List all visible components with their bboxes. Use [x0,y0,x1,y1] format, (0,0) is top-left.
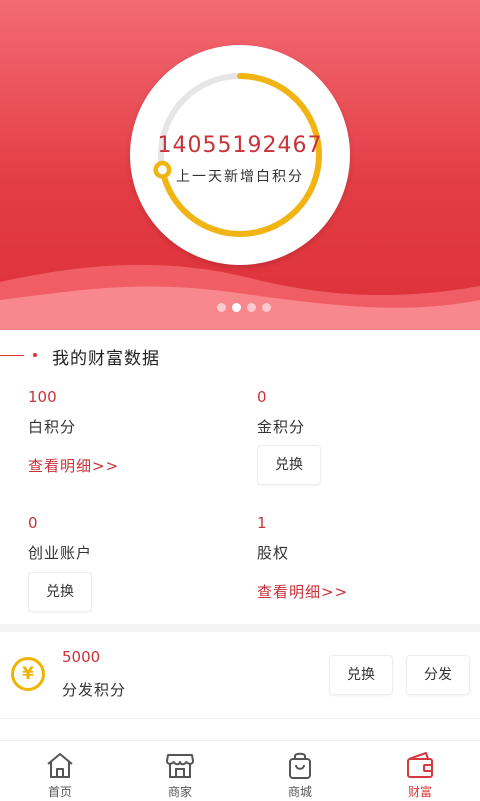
tab-label: 商家 [167,785,192,799]
home-icon [47,753,73,778]
section-separator [0,624,480,632]
tab-wealth[interactable]: 财富 [360,741,480,801]
stat-label: 金积分 [257,418,306,436]
section-header-line [0,355,24,356]
view-details-link[interactable]: 查看明细>> [28,455,119,476]
exchange-button[interactable]: 兑换 [28,572,92,612]
stat-equity: 1 股权 [257,514,457,563]
wallet-icon [407,752,433,778]
distribution-label: 分发积分 [62,681,127,699]
tab-home[interactable]: 首页 [0,741,120,801]
daily-points-caption: 上一天新增白积分 [176,169,304,185]
stat-gold-points: 0 金积分 [257,388,457,437]
store-icon [166,754,194,778]
tab-merchants[interactable]: 商家 [120,741,240,801]
tab-label: 财富 [407,785,432,799]
stat-value: 100 [28,388,57,406]
distribution-value: 5000 [62,648,101,666]
section-title: 我的财富数据 [52,349,160,369]
tab-label: 商城 [287,785,312,799]
stat-value: 1 [257,514,267,532]
exchange-button[interactable]: 兑换 [257,445,321,485]
tab-label: 首页 [47,785,72,799]
carousel-dot[interactable] [217,303,226,312]
section-header-dot [33,353,37,357]
distribute-button[interactable]: 分发 [406,655,470,695]
daily-points-value: 14055192467 [157,133,323,158]
stat-label: 创业账户 [28,544,93,562]
carousel-dot[interactable] [262,303,271,312]
stat-value: 0 [28,514,38,532]
points-ring-card: 14055192467 上一天新增白积分 [130,45,350,265]
carousel-indicator [0,303,480,313]
wealth-hero-banner: 14055192467 上一天新增白积分 [0,0,480,330]
bottom-tab-bar: 首页 商家 商城 财富 [0,740,480,801]
stat-label: 股权 [257,544,290,562]
tab-mall[interactable]: 商城 [240,741,360,801]
row-divider [0,718,480,719]
yuan-coin-icon: ¥ [11,657,45,691]
carousel-dot[interactable] [247,303,256,312]
stat-label: 白积分 [28,418,77,436]
carousel-dot-active[interactable] [232,303,241,312]
shopping-bag-icon [289,752,311,779]
stat-startup-account: 0 创业账户 [28,514,228,563]
stat-value: 0 [257,388,267,406]
section-header: 我的财富数据 [0,344,480,369]
view-details-link[interactable]: 查看明细>> [257,581,348,602]
stat-white-points: 100 白积分 [28,388,228,437]
exchange-button[interactable]: 兑换 [329,655,393,695]
